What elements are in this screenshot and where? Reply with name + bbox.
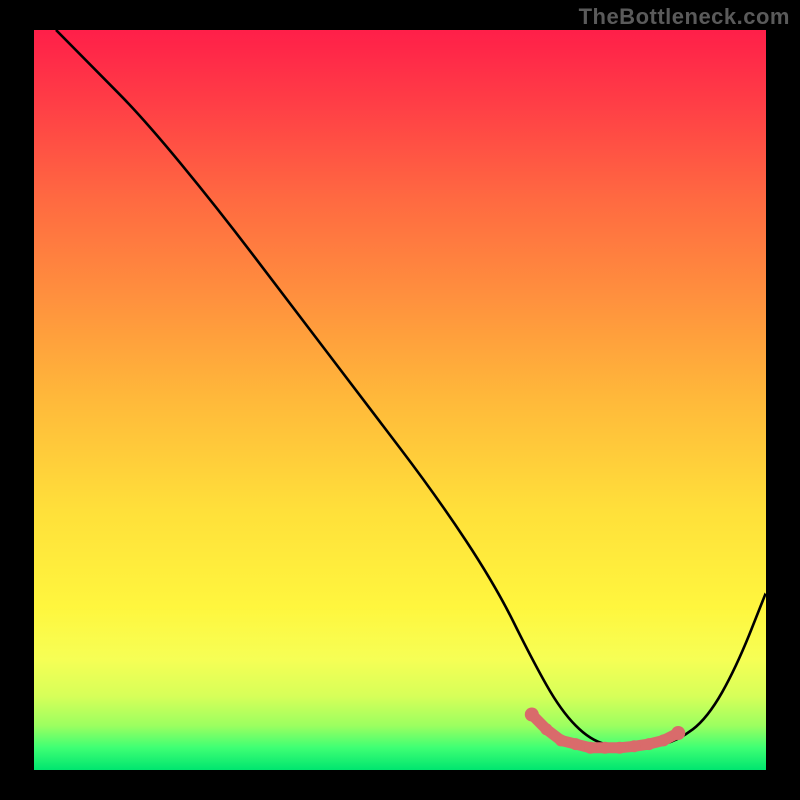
highlight-marker xyxy=(671,726,685,740)
highlight-marker xyxy=(555,734,567,746)
highlight-marker xyxy=(643,738,655,750)
plot-area xyxy=(34,30,766,770)
highlight-marker xyxy=(540,723,552,735)
highlight-marker xyxy=(658,734,670,746)
watermark-text: TheBottleneck.com xyxy=(579,4,790,30)
highlight-marker xyxy=(614,742,626,754)
bottleneck-curve xyxy=(56,30,766,748)
chart-frame: TheBottleneck.com xyxy=(0,0,800,800)
highlight-marker xyxy=(570,738,582,750)
curve-layer xyxy=(34,30,766,770)
highlight-marker xyxy=(584,742,596,754)
highlight-marker xyxy=(525,708,539,722)
highlight-markers xyxy=(525,708,685,754)
highlight-marker xyxy=(599,742,611,754)
highlight-marker xyxy=(628,740,640,752)
